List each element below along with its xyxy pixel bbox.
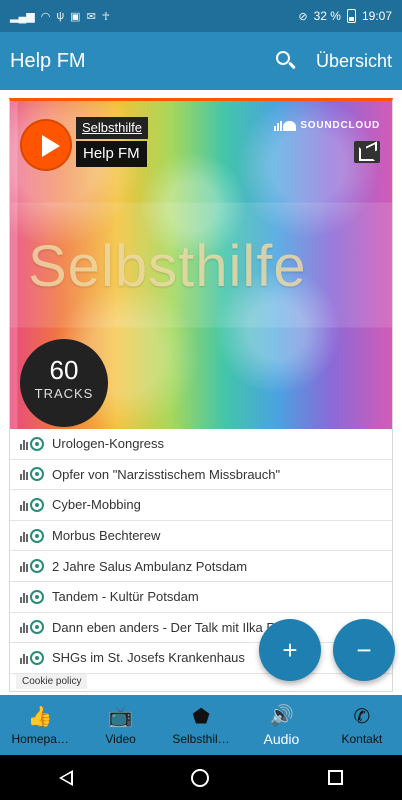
track-item[interactable]: 2 Jahre Salus Ambulanz Potsdam: [10, 551, 392, 582]
soundcloud-player: Selbsthilfe Selbsthilfe Help FM SOUNDCLO…: [9, 98, 393, 692]
soundcloud-cloud-icon: [274, 119, 297, 131]
track-item[interactable]: Morbus Bechterew: [10, 521, 392, 552]
track-item[interactable]: Urologen-Kongress: [10, 429, 392, 460]
nav-item-homepage[interactable]: 👍 Homepa…: [0, 695, 80, 755]
playlist-title[interactable]: Help FM: [76, 141, 147, 167]
status-bar: ▂▄▆ ◠ ψ ▣ ✉ ☥ ⊘ 32 % 19:07: [0, 0, 402, 32]
track-thumbnail-icon: [20, 528, 44, 543]
back-icon[interactable]: [59, 769, 74, 786]
signal-icon: ▂▄▆: [10, 10, 35, 23]
track-title: Morbus Bechterew: [52, 528, 161, 544]
cookie-policy-link[interactable]: Cookie policy: [16, 674, 88, 689]
track-thumbnail-icon: [20, 559, 44, 574]
track-thumbnail-icon: [20, 467, 44, 482]
track-item[interactable]: Opfer von "Narzisstischem Missbrauch": [10, 460, 392, 491]
mail-icon: ✉: [86, 10, 96, 23]
play-button[interactable]: [20, 119, 72, 171]
nav-item-selbsthilfe[interactable]: ⬟ Selbsthil…: [161, 695, 241, 755]
bottom-navigation: 👍 Homepa… 📺 Video ⬟ Selbsthil… 🔊 Audio ✆…: [0, 695, 402, 755]
accessibility-icon: ☥: [101, 10, 111, 23]
tracks-count-badge: 60 TRACKS: [20, 339, 108, 427]
wifi-icon: ◠: [40, 10, 51, 23]
mute-icon: ⊘: [298, 10, 308, 23]
nav-label: Kontakt: [341, 732, 383, 746]
app-bar-actions: Übersicht: [274, 49, 392, 73]
search-icon[interactable]: [274, 49, 298, 73]
app-bar: Help FM Übersicht: [0, 32, 402, 90]
tv-icon: 📺: [108, 706, 134, 728]
content-area[interactable]: Selbsthilfe Selbsthilfe Help FM SOUNDCLO…: [0, 90, 402, 695]
thumbs-up-icon: 👍: [27, 706, 53, 728]
nav-label: Video: [105, 732, 136, 746]
overview-button[interactable]: Übersicht: [316, 51, 392, 72]
battery-percent: 32 %: [313, 9, 341, 23]
nav-label: Homepa…: [11, 732, 69, 746]
nav-item-kontakt[interactable]: ✆ Kontakt: [322, 695, 402, 755]
nav-label: Selbsthil…: [172, 732, 230, 746]
track-thumbnail-icon: [20, 436, 44, 451]
track-item[interactable]: Tandem - Kultür Potsdam: [10, 582, 392, 613]
track-item[interactable]: Cyber-Mobbing: [10, 490, 392, 521]
zoom-out-button[interactable]: −: [333, 619, 395, 681]
nav-item-video[interactable]: 📺 Video: [80, 695, 160, 755]
track-title: Urologen-Kongress: [52, 436, 165, 452]
track-thumbnail-icon: [20, 620, 44, 635]
track-thumbnail-icon: [20, 589, 44, 604]
speaker-icon: 🔊: [268, 705, 294, 727]
track-thumbnail-icon: [20, 650, 44, 665]
usb-icon: ψ: [56, 10, 65, 22]
clock: 19:07: [361, 9, 392, 23]
track-title: SHGs im St. Josefs Krankenhaus: [52, 650, 245, 666]
share-icon[interactable]: [354, 141, 380, 163]
track-title: Tandem - Kultür Potsdam: [52, 589, 199, 605]
calendar-icon: ▣: [70, 10, 81, 23]
zoom-in-button[interactable]: +: [259, 619, 321, 681]
playlist-artwork[interactable]: Selbsthilfe Selbsthilfe Help FM SOUNDCLO…: [10, 101, 392, 429]
brandenburg-map-icon: ⬟: [192, 706, 210, 728]
tracks-count: 60: [49, 355, 79, 385]
nav-item-audio[interactable]: 🔊 Audio: [241, 695, 321, 755]
track-title: Cyber-Mobbing: [52, 497, 141, 513]
uploader-link[interactable]: Selbsthilfe: [76, 117, 148, 139]
artwork-text: Selbsthilfe: [28, 234, 307, 299]
track-title: 2 Jahre Salus Ambulanz Potsdam: [52, 558, 248, 574]
soundcloud-logo[interactable]: SOUNDCLOUD: [274, 119, 380, 131]
status-icons-left: ▂▄▆ ◠ ψ ▣ ✉ ☥: [10, 10, 110, 23]
recent-apps-icon[interactable]: [327, 770, 343, 785]
soundcloud-wordmark: SOUNDCLOUD: [300, 119, 380, 131]
track-title: Dann eben anders - Der Talk mit Ilka R: [52, 619, 276, 635]
phone-icon: ✆: [353, 706, 371, 728]
app-title: Help FM: [10, 49, 86, 72]
track-thumbnail-icon: [20, 497, 44, 512]
system-navigation-bar: [0, 755, 402, 800]
status-icons-right: ⊘ 32 % 19:07: [298, 9, 392, 23]
tracks-label: TRACKS: [34, 386, 94, 401]
nav-label: Audio: [263, 731, 300, 747]
battery-icon: [346, 9, 356, 23]
home-icon[interactable]: [191, 768, 210, 787]
track-title: Opfer von "Narzisstischem Missbrauch": [52, 466, 281, 482]
